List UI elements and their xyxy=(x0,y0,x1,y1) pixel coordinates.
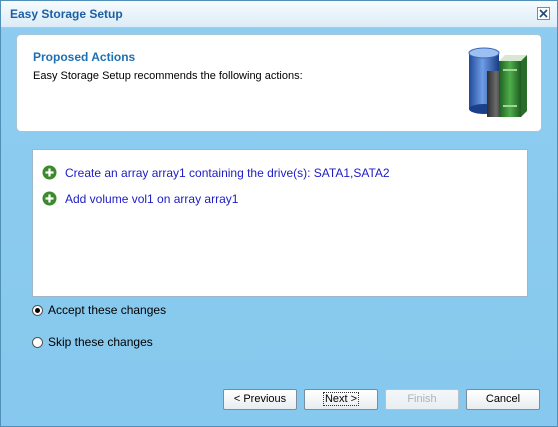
header-panel: Proposed Actions Easy Storage Setup reco… xyxy=(16,34,542,132)
close-button[interactable] xyxy=(537,7,550,20)
finish-button[interactable]: Finish xyxy=(385,389,459,410)
actions-list: Create an array array1 containing the dr… xyxy=(32,149,528,297)
title-bar: Easy Storage Setup xyxy=(1,1,557,28)
storage-drives-icon xyxy=(468,47,527,117)
previous-button[interactable]: < Previous xyxy=(223,389,297,410)
action-label: Create an array array1 containing the dr… xyxy=(65,166,390,180)
plus-icon xyxy=(42,191,57,206)
cancel-label: Cancel xyxy=(485,393,521,405)
cancel-button[interactable]: Cancel xyxy=(466,389,540,410)
setup-window: Easy Storage Setup Proposed Actions Easy… xyxy=(0,0,558,427)
window-title: Easy Storage Setup xyxy=(10,7,123,21)
plus-icon xyxy=(42,165,57,180)
action-label: Add volume vol1 on array array1 xyxy=(65,192,239,206)
skip-radio[interactable] xyxy=(32,337,43,348)
accept-label[interactable]: Accept these changes xyxy=(48,303,166,317)
page-title: Proposed Actions xyxy=(33,50,136,64)
accept-radio[interactable] xyxy=(32,305,43,316)
skip-label[interactable]: Skip these changes xyxy=(48,335,153,349)
next-button[interactable]: Next > xyxy=(304,389,378,410)
close-icon xyxy=(539,9,548,18)
next-label: Next > xyxy=(322,392,360,406)
previous-label: < Previous xyxy=(233,393,287,405)
finish-label: Finish xyxy=(407,393,437,405)
page-subtitle: Easy Storage Setup recommends the follow… xyxy=(33,70,303,82)
